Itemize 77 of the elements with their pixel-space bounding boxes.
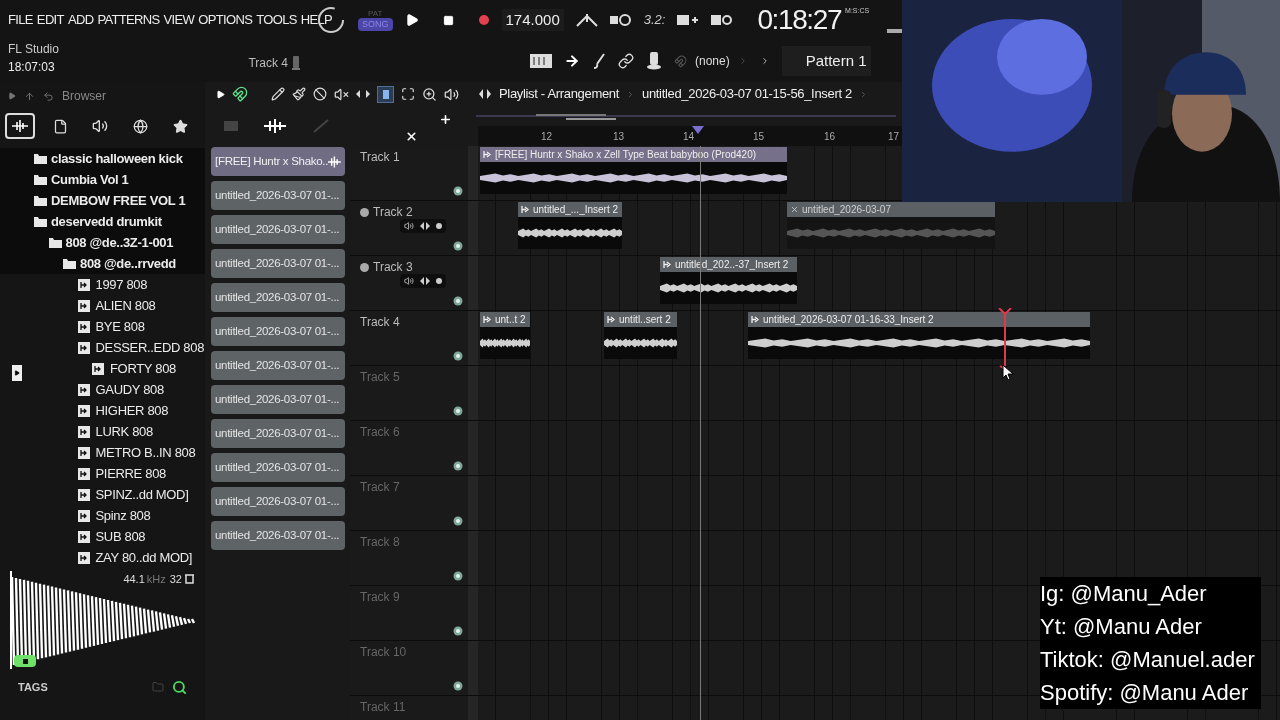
- browser-item[interactable]: LURK 808: [95, 421, 153, 442]
- audio-clip[interactable]: untitled_202..-37_Insert 2: [660, 257, 797, 304]
- social-handle: Tiktok: @Manuel.ader: [1040, 646, 1255, 674]
- track-label: Track 4: [248, 55, 288, 72]
- browser-item[interactable]: METRO B..IN 808: [95, 442, 196, 463]
- browser-item[interactable]: GAUDY 808: [95, 379, 164, 400]
- playlist-title: Playlist - Arrangement: [499, 85, 619, 104]
- audio-clip[interactable]: [FREE] Huntr x Shako x Zell Type Beat babyboo (Prod420): [480, 147, 787, 194]
- snap-selector[interactable]: (none): [695, 52, 730, 70]
- pattern-item[interactable]: untitled_2026-03-07 01-...: [211, 487, 345, 516]
- track-name[interactable]: Track 1: [360, 148, 400, 166]
- social-handle: Ig: @Manu_Ader: [1040, 580, 1208, 608]
- browser-item[interactable]: FORTY 808: [110, 358, 176, 379]
- menu-item[interactable]: VIEW: [163, 10, 195, 30]
- beat-indicator: 3.2:: [643, 11, 666, 30]
- browser-item[interactable]: DESSER..EDD 808: [95, 337, 205, 358]
- pattern-item[interactable]: untitled_2026-03-07 01-...: [211, 385, 345, 414]
- pattern-item[interactable]: untitled_2026-03-07 01-...: [211, 181, 345, 210]
- menu-item[interactable]: TOOLS: [256, 10, 297, 30]
- clip-label: [FREE] Huntr x Shako x Zell Type Beat babyboo (Prod420): [495, 148, 757, 162]
- tempo-field[interactable]: 174.000: [501, 8, 564, 32]
- audio-clip[interactable]: untitl..sert 2: [604, 312, 677, 359]
- clip-label: untitled_202..-37_Insert 2: [675, 258, 789, 272]
- sample-rate: 44.1: [123, 572, 145, 587]
- menu-item[interactable]: PATTERNS: [97, 10, 160, 30]
- time-display: 0:18:27: [757, 6, 842, 34]
- audio-clip[interactable]: untitled_..._Insert 2: [518, 202, 622, 249]
- browser-item[interactable]: PIERRE 808: [95, 463, 166, 484]
- pattern-item[interactable]: untitled_2026-03-07 01-...: [211, 453, 345, 482]
- bit-depth: 32: [169, 572, 182, 587]
- tags-label: TAGS: [18, 680, 48, 695]
- social-handle: Yt: @Manu Ader: [1040, 613, 1203, 641]
- browser-item[interactable]: SUB 808: [95, 526, 146, 547]
- pattern-item[interactable]: untitled_2026-03-07 01-...: [211, 419, 345, 448]
- bar-number: 17: [888, 130, 900, 144]
- menu-item[interactable]: EDIT: [36, 10, 64, 30]
- pattern-item[interactable]: untitled_2026-03-07 01-...: [211, 283, 345, 312]
- clock: 18:07:03: [8, 59, 56, 76]
- pattern-item[interactable]: untitled_2026-03-07 01-...: [211, 215, 345, 244]
- pattern-item[interactable]: untitled_2026-03-07 01-...: [211, 521, 345, 550]
- browser-title: Browser: [62, 88, 106, 105]
- track-name[interactable]: Track 2: [373, 203, 413, 221]
- track-lane[interactable]: unt..t 2 untitl..sert 2 untitled_2026-03-07 01-16-33_Insert 2: [478, 311, 1280, 365]
- clip-label: untitl..sert 2: [619, 313, 671, 327]
- browser-item[interactable]: BYE 808: [95, 316, 145, 337]
- sample-rate-unit: kHz: [146, 572, 166, 587]
- browser-item[interactable]: ALIEN 808: [95, 295, 156, 316]
- browser-item[interactable]: 1997 808: [95, 274, 148, 295]
- browser-item[interactable]: SPINZ..dd MOD]: [95, 484, 189, 505]
- menu-item[interactable]: FILE: [8, 10, 33, 30]
- menu-item[interactable]: ADD: [67, 10, 94, 30]
- pattern-item[interactable]: untitled_2026-03-07 01-...: [211, 351, 345, 380]
- clip-label: untitled_..._Insert 2: [533, 203, 619, 217]
- browser-item[interactable]: ZAY 80..dd MOD]: [95, 547, 193, 568]
- bar-number: 14: [683, 130, 695, 144]
- track-name[interactable]: Track 4: [360, 313, 400, 331]
- bar-number: 13: [613, 130, 625, 144]
- bar-number: 15: [753, 130, 765, 144]
- pattern-item[interactable]: [FREE] Huntr x Shako..: [211, 147, 345, 176]
- breadcrumb[interactable]: untitled_2026-03-07 01-15-56_Insert 2: [642, 84, 852, 104]
- audio-clip[interactable]: untitled_2026-03-07: [787, 202, 995, 249]
- menu-item[interactable]: OPTIONS: [198, 10, 253, 30]
- clip-label: unt..t 2: [495, 313, 526, 327]
- pattern-item[interactable]: untitled_2026-03-07 01-...: [211, 317, 345, 346]
- audio-clip[interactable]: unt..t 2: [480, 312, 530, 359]
- audio-clip[interactable]: untitled_2026-03-07 01-16-33_Insert 2: [748, 312, 1090, 359]
- pattern-item[interactable]: untitled_2026-03-07 01-...: [211, 249, 345, 278]
- pattern-selector[interactable]: Pattern 1: [781, 45, 871, 77]
- clip-label: untitled_2026-03-07: [802, 203, 891, 217]
- bar-number: 12: [541, 130, 553, 144]
- social-handle: Spotify: @Manu Ader: [1040, 679, 1250, 707]
- track-name[interactable]: Track 3: [373, 258, 413, 276]
- app-name: FL Studio: [8, 41, 59, 58]
- clip-label: untitled_2026-03-07 01-16-33_Insert 2: [763, 313, 934, 327]
- browser-item[interactable]: HIGHER 808: [95, 400, 169, 421]
- browser-item[interactable]: Spinz 808: [95, 505, 151, 526]
- bar-number: 16: [824, 130, 836, 144]
